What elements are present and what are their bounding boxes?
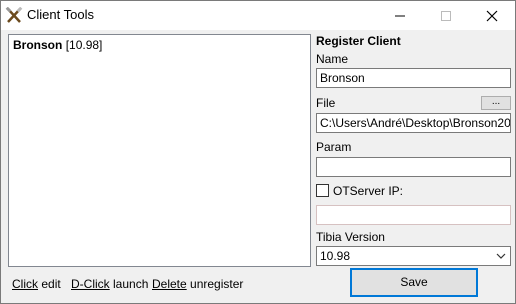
hint-click-edit: Click edit — [12, 277, 61, 291]
hint-key: Delete — [152, 277, 187, 291]
list-item[interactable]: Bronson [10.98] — [13, 38, 102, 52]
minimize-icon — [395, 15, 405, 17]
name-label: Name — [316, 52, 349, 66]
close-button[interactable] — [469, 1, 515, 30]
tools-icon — [5, 7, 23, 23]
window-title: Client Tools — [27, 7, 94, 22]
tibia-version-value: 10.98 — [320, 249, 351, 263]
close-icon — [486, 10, 498, 22]
hint-delete-unregister: Delete unregister — [152, 277, 243, 291]
tibia-version-label: Tibia Version — [316, 230, 385, 244]
param-label: Param — [316, 140, 352, 154]
otserver-ip-field[interactable] — [316, 205, 511, 225]
hint-text: edit — [41, 277, 61, 291]
file-label: File — [316, 96, 336, 110]
maximize-button[interactable] — [423, 1, 469, 30]
client-tools-window: Client Tools Bronson [10.98] Register Cl… — [0, 0, 516, 304]
save-button[interactable]: Save — [350, 268, 478, 297]
hint-dclick-launch: D-Click launch — [71, 277, 148, 291]
title-bar[interactable]: Client Tools — [1, 1, 515, 30]
register-heading: Register Client — [316, 34, 401, 48]
hint-text: unregister — [190, 277, 244, 291]
maximize-icon — [441, 11, 451, 21]
chevron-down-icon — [496, 253, 506, 259]
otserver-checkbox[interactable] — [316, 184, 329, 197]
param-field[interactable] — [316, 157, 511, 177]
otserver-label: OTServer IP: — [333, 184, 404, 198]
file-field[interactable]: C:\Users\André\Desktop\Bronson2017\ — [316, 113, 511, 133]
browse-button[interactable]: ... — [481, 96, 511, 110]
minimize-button[interactable] — [377, 1, 423, 30]
client-name: Bronson — [13, 38, 63, 52]
hint-text: launch — [113, 277, 149, 291]
tibia-version-select[interactable]: 10.98 — [316, 246, 511, 266]
hint-key: Click — [12, 277, 38, 291]
client-version: [10.98] — [65, 38, 103, 52]
hint-key: D-Click — [71, 277, 110, 291]
client-list[interactable]: Bronson [10.98] — [8, 34, 311, 267]
name-field[interactable]: Bronson — [316, 68, 511, 88]
